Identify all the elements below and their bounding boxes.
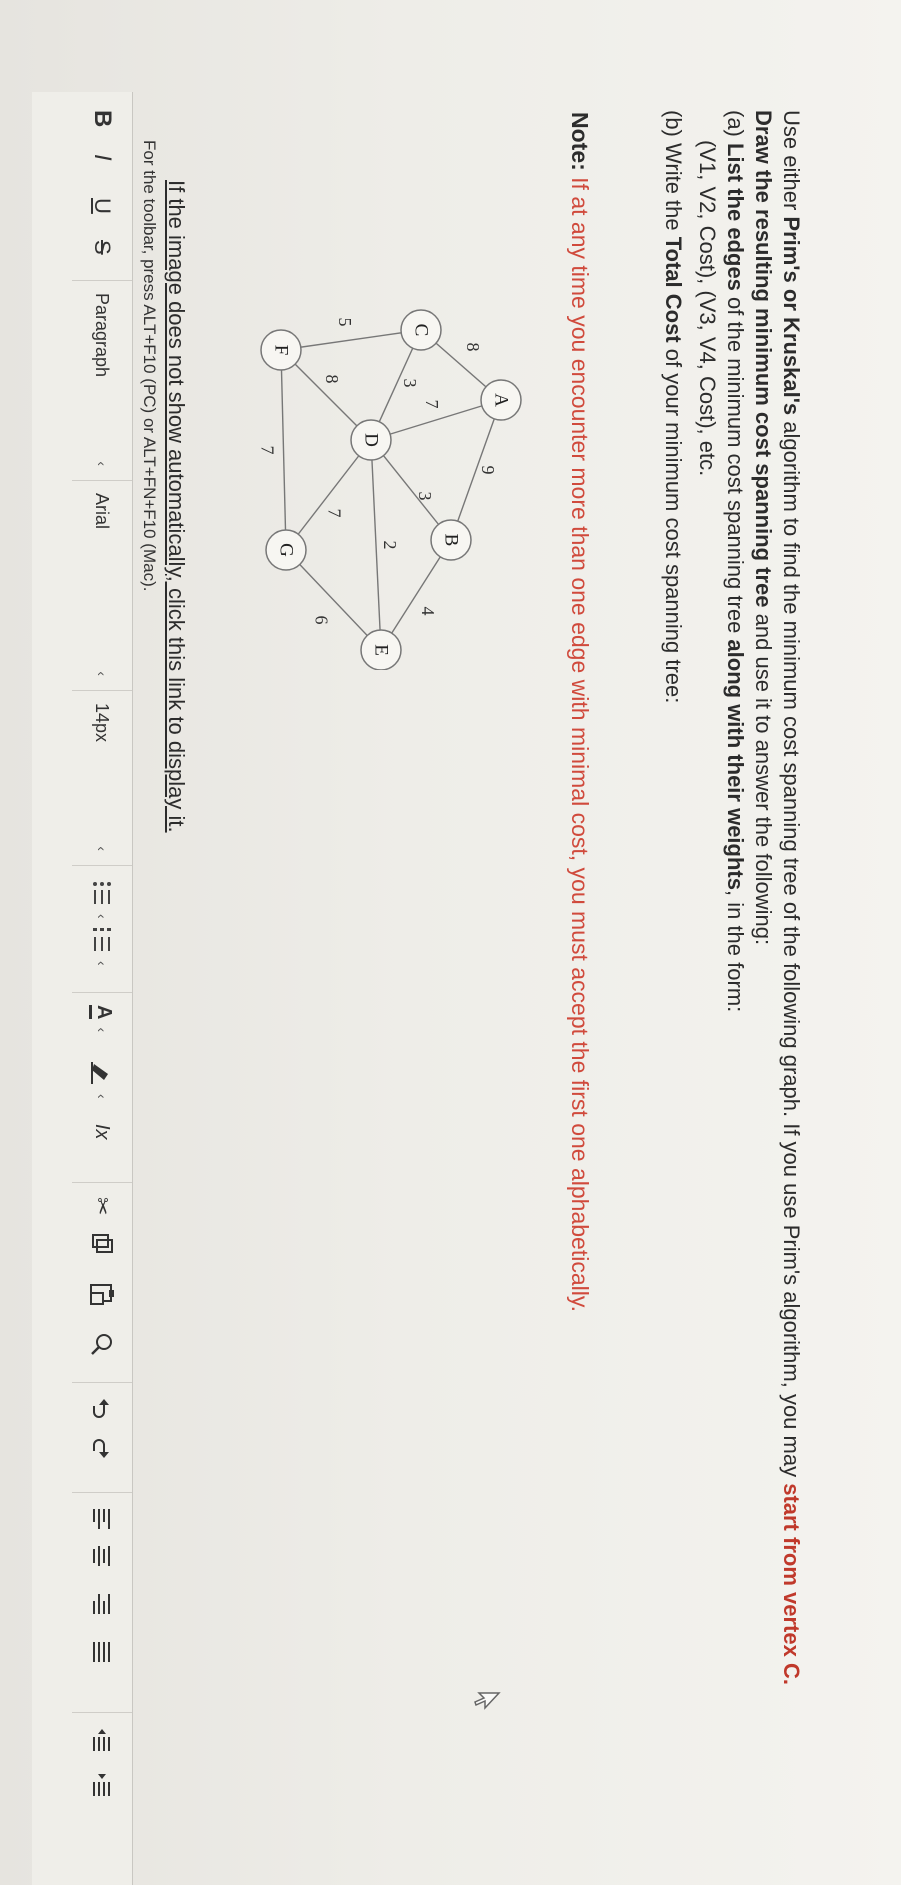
display-image-link[interactable]: If the image does not show automatically… bbox=[163, 180, 189, 833]
edge-weight-d-f: 8 bbox=[322, 375, 342, 384]
graph-node-label-g: G bbox=[276, 543, 297, 557]
font-size-select[interactable]: 14px ‹ bbox=[72, 690, 132, 865]
edge-weight-a-b: 9 bbox=[478, 466, 498, 475]
cut-button[interactable]: ✂ bbox=[72, 1182, 132, 1216]
graph-node-label-f: F bbox=[271, 345, 292, 356]
clear-formatting-icon: Ix bbox=[91, 1124, 114, 1140]
indent-icon bbox=[93, 1774, 110, 1796]
align-right-icon bbox=[93, 1594, 110, 1614]
align-justify-button[interactable] bbox=[72, 1640, 132, 1664]
redo-icon bbox=[93, 1439, 109, 1458]
graph-node-label-c: C bbox=[411, 324, 432, 337]
paste-button[interactable] bbox=[72, 1282, 132, 1306]
italic-button[interactable]: I bbox=[72, 154, 132, 161]
numbered-list-icon bbox=[93, 928, 111, 951]
highlight-color-button[interactable]: ‹ bbox=[72, 1060, 132, 1099]
graph-edge-c-f bbox=[280, 329, 422, 351]
graph-node-label-e: E bbox=[371, 644, 392, 656]
edge-weight-a-c: 8 bbox=[463, 343, 483, 352]
search-icon bbox=[91, 1334, 112, 1355]
bulleted-list-icon bbox=[93, 882, 111, 904]
edge-weight-b-d: 3 bbox=[415, 492, 435, 501]
align-right-button[interactable] bbox=[72, 1592, 132, 1616]
graph-image: 9 8 7 3 4 3 5 2 8 7 7 6 A B C D E F G bbox=[258, 309, 522, 670]
text-color-button[interactable]: A ‹ bbox=[72, 992, 132, 1033]
bold-button[interactable]: B bbox=[72, 110, 132, 127]
outdent-icon bbox=[93, 1729, 110, 1751]
find-button[interactable] bbox=[72, 1332, 132, 1356]
paste-icon bbox=[90, 1284, 114, 1305]
chevron-down-icon: ‹ bbox=[94, 914, 110, 919]
chevron-down-icon: ‹ bbox=[94, 846, 110, 851]
edge-weight-b-e: 4 bbox=[418, 607, 438, 616]
copy-icon bbox=[92, 1234, 113, 1253]
chevron-down-icon: ‹ bbox=[94, 671, 110, 676]
edge-weight-f-g: 7 bbox=[258, 446, 278, 455]
numbered-list-button[interactable]: ‹ bbox=[72, 927, 132, 966]
question-page: Use either Prim's or Kruskal's algorithm… bbox=[0, 0, 901, 1885]
graph-node-label-a: A bbox=[491, 393, 512, 407]
copy-button[interactable] bbox=[72, 1232, 132, 1256]
edge-weight-e-g: 6 bbox=[312, 616, 332, 625]
question-line-2: Draw the resulting minimum cost spanning… bbox=[751, 110, 776, 946]
question-line-3: (a) List the edges of the minimum cost s… bbox=[723, 110, 748, 1013]
redo-button[interactable] bbox=[72, 1436, 132, 1460]
font-select[interactable]: Arial ‹ bbox=[72, 480, 132, 690]
toolbar-hint: For the toolbar, press ALT+F10 (PC) or A… bbox=[140, 140, 159, 592]
mouse-pointer-icon bbox=[466, 1690, 501, 1714]
highlighter-icon bbox=[91, 1062, 108, 1084]
align-justify-icon bbox=[93, 1642, 110, 1662]
question-line-1: Use either Prim's or Kruskal's algorithm… bbox=[779, 110, 804, 1685]
question-line-5: (b) Write the Total Cost of your minimum… bbox=[661, 110, 686, 704]
edge-weight-c-d: 3 bbox=[400, 379, 420, 388]
font-select-value: Arial bbox=[92, 493, 113, 530]
undo-button[interactable] bbox=[72, 1382, 132, 1421]
text-color-icon: A bbox=[89, 1005, 115, 1020]
edge-weight-d-g: 7 bbox=[325, 509, 345, 518]
align-center-button[interactable] bbox=[72, 1544, 132, 1568]
edge-weight-d-e: 2 bbox=[380, 541, 400, 550]
paragraph-select[interactable]: Paragraph ‹ bbox=[72, 280, 132, 480]
cursor-arrow-icon bbox=[474, 1692, 501, 1710]
align-left-button[interactable] bbox=[72, 1492, 132, 1531]
bulleted-list-button[interactable]: ‹ bbox=[72, 865, 132, 919]
decrease-indent-button[interactable] bbox=[72, 1712, 132, 1753]
edge-weight-a-d: 7 bbox=[422, 400, 442, 409]
increase-indent-button[interactable] bbox=[72, 1772, 132, 1798]
chevron-down-icon: ‹ bbox=[94, 961, 110, 966]
graph-node-label-d: D bbox=[361, 433, 382, 447]
underline-button[interactable]: U bbox=[72, 198, 132, 214]
undo-icon bbox=[93, 1399, 109, 1418]
chevron-down-icon: ‹ bbox=[94, 461, 110, 466]
scissors-icon: ✂ bbox=[90, 1197, 115, 1216]
paragraph-select-value: Paragraph bbox=[92, 293, 113, 378]
edge-weight-c-f: 5 bbox=[335, 318, 355, 327]
clear-formatting-button[interactable]: Ix bbox=[72, 1124, 132, 1140]
note: Note: If at any time you encounter more … bbox=[567, 112, 593, 1313]
editor-toolbar: B I U S Paragraph ‹ Arial ‹ 14px ‹ ‹ ‹ A… bbox=[32, 92, 133, 1885]
graph-node-label-b: B bbox=[441, 534, 462, 547]
align-left-icon bbox=[93, 1509, 110, 1529]
align-center-icon bbox=[93, 1546, 110, 1566]
chevron-down-icon: ‹ bbox=[94, 1027, 110, 1033]
chevron-down-icon: ‹ bbox=[94, 1094, 110, 1099]
graph-edge-d-g bbox=[285, 439, 372, 551]
font-size-select-value: 14px bbox=[92, 703, 113, 743]
strikethrough-button[interactable]: S bbox=[72, 240, 132, 255]
graph-edge-f-g bbox=[280, 349, 287, 551]
question-line-4: (V1, V2, Cost), (V3, V4, Cost), etc. bbox=[695, 140, 720, 477]
